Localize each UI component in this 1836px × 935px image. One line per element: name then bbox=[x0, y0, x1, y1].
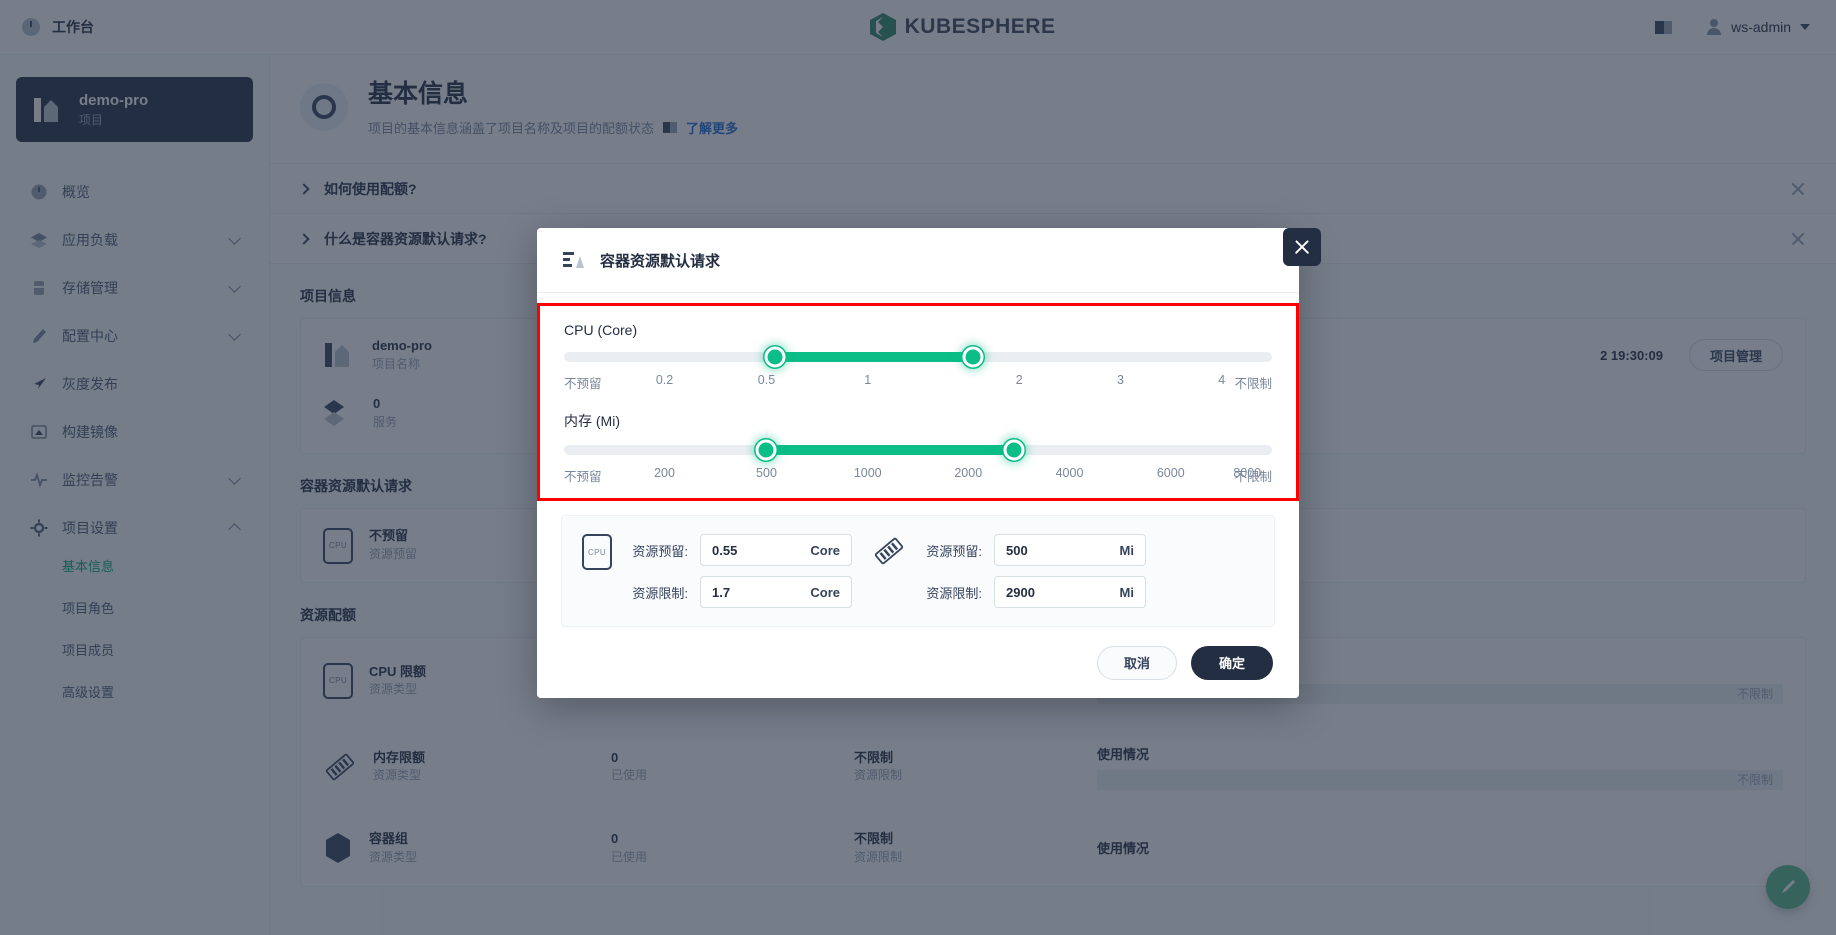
modal-title: 容器资源默认请求 bbox=[600, 252, 721, 270]
cpu-limit-row: 资源限制: Core bbox=[626, 576, 852, 609]
memory-request-row: 资源预留: Mi bbox=[920, 534, 1146, 567]
cpu-tick: 0.2 bbox=[655, 373, 674, 388]
cpu-limit-input[interactable]: Core bbox=[700, 576, 852, 609]
memory-request-field[interactable] bbox=[1006, 542, 1120, 558]
close-icon[interactable] bbox=[1283, 228, 1321, 266]
cpu-slider-ticks: 不预留 0.2 0.5 1 2 3 4 不限制 bbox=[564, 373, 1272, 393]
memory-tick: 不限制 bbox=[1234, 470, 1272, 485]
memory-slider-limit-handle[interactable] bbox=[1003, 439, 1025, 461]
sliders-highlight-region: CPU (Core) 不预留 0.2 0.5 1 2 3 4 不限制 内存 (Mi) 不预留 2… bbox=[537, 303, 1299, 502]
cpu-limit-unit: Core bbox=[810, 584, 840, 600]
memory-tick: 4000 bbox=[1055, 466, 1084, 481]
memory-field-rows: 资源预留: Mi 资源限制: Mi bbox=[920, 534, 1146, 609]
memory-slider-request-handle[interactable] bbox=[755, 439, 777, 461]
modal-header: 容器资源默认请求 bbox=[537, 228, 1321, 294]
cpu-field-group: CPU 资源预留: Core 资源限制: Core bbox=[582, 534, 852, 609]
cpu-request-row: 资源预留: Core bbox=[626, 534, 852, 567]
memory-tick: 2000 bbox=[954, 466, 983, 481]
modal-body: CPU (Core) 不预留 0.2 0.5 1 2 3 4 不限制 内存 (Mi) 不预留 2… bbox=[537, 293, 1299, 628]
memory-request-unit: Mi bbox=[1119, 542, 1134, 558]
memory-slider-fill bbox=[766, 445, 1015, 456]
memory-limit-field[interactable] bbox=[1006, 584, 1120, 600]
cpu-slider-label: CPU (Core) bbox=[564, 322, 638, 339]
memory-limit-label: 资源限制: bbox=[926, 585, 982, 601]
memory-tick: 6000 bbox=[1156, 466, 1185, 481]
memory-slider-ticks: 不预留 200 500 1000 2000 4000 6000 8000 不限制 bbox=[564, 466, 1272, 486]
cpu-tick: 3 bbox=[1117, 373, 1124, 388]
cpu-tick: 0.5 bbox=[757, 373, 776, 388]
memory-limit-input[interactable]: Mi bbox=[994, 576, 1146, 609]
cpu-slider-block: CPU (Core) 不预留 0.2 0.5 1 2 3 4 不限制 bbox=[564, 322, 1272, 393]
memory-slider-block: 内存 (Mi) 不预留 200 500 1000 2000 4000 6000 8000 不限制 bbox=[564, 411, 1272, 486]
memory-tick: 不预留 bbox=[564, 470, 602, 485]
memory-tick: 200 bbox=[654, 466, 675, 481]
resource-fields-card: CPU 资源预留: Core 资源限制: Core bbox=[561, 515, 1275, 628]
modal-footer: 取消 确定 bbox=[537, 627, 1299, 698]
memory-tick: 1000 bbox=[853, 466, 882, 481]
cancel-button[interactable]: 取消 bbox=[1096, 645, 1177, 680]
memory-request-input[interactable]: Mi bbox=[994, 534, 1146, 567]
memory-limit-row: 资源限制: Mi bbox=[920, 576, 1146, 609]
container-default-request-modal: 容器资源默认请求 CPU (Core) 不预留 0.2 0.5 1 2 3 4 不限制 内存 … bbox=[537, 228, 1321, 698]
cpu-field-rows: 资源预留: Core 资源限制: Core bbox=[626, 534, 852, 609]
cpu-slider-limit-handle[interactable] bbox=[962, 346, 984, 368]
cpu-tick: 不预留 bbox=[564, 377, 602, 392]
cpu-tick: 不限制 bbox=[1234, 377, 1272, 392]
cpu-slider-track[interactable] bbox=[564, 346, 1272, 368]
cpu-tick: 2 bbox=[1015, 373, 1023, 388]
cpu-limit-label: 资源限制: bbox=[632, 585, 688, 601]
cpu-request-input[interactable]: Core bbox=[700, 534, 852, 567]
cpu-slider-fill bbox=[774, 352, 974, 363]
cpu-request-unit: Core bbox=[810, 542, 840, 558]
cpu-request-field[interactable] bbox=[712, 542, 811, 558]
cpu-tick: 1 bbox=[864, 373, 872, 388]
cpu-slider-request-handle[interactable] bbox=[764, 346, 786, 368]
memory-field-group: 资源预留: Mi 资源限制: Mi bbox=[872, 534, 1146, 609]
memory-limit-unit: Mi bbox=[1119, 584, 1134, 600]
cpu-tick: 4 bbox=[1218, 373, 1226, 388]
memory-tick: 500 bbox=[756, 466, 777, 481]
memory-slider-track[interactable] bbox=[564, 439, 1272, 461]
confirm-button[interactable]: 确定 bbox=[1190, 645, 1273, 680]
resource-request-icon bbox=[563, 251, 584, 268]
memory-icon bbox=[874, 537, 904, 565]
cpu-icon: CPU bbox=[582, 534, 612, 571]
cpu-request-label: 资源预留: bbox=[632, 543, 688, 559]
cpu-limit-field[interactable] bbox=[712, 584, 811, 600]
memory-request-label: 资源预留: bbox=[926, 543, 982, 559]
memory-slider-label: 内存 (Mi) bbox=[564, 413, 620, 430]
